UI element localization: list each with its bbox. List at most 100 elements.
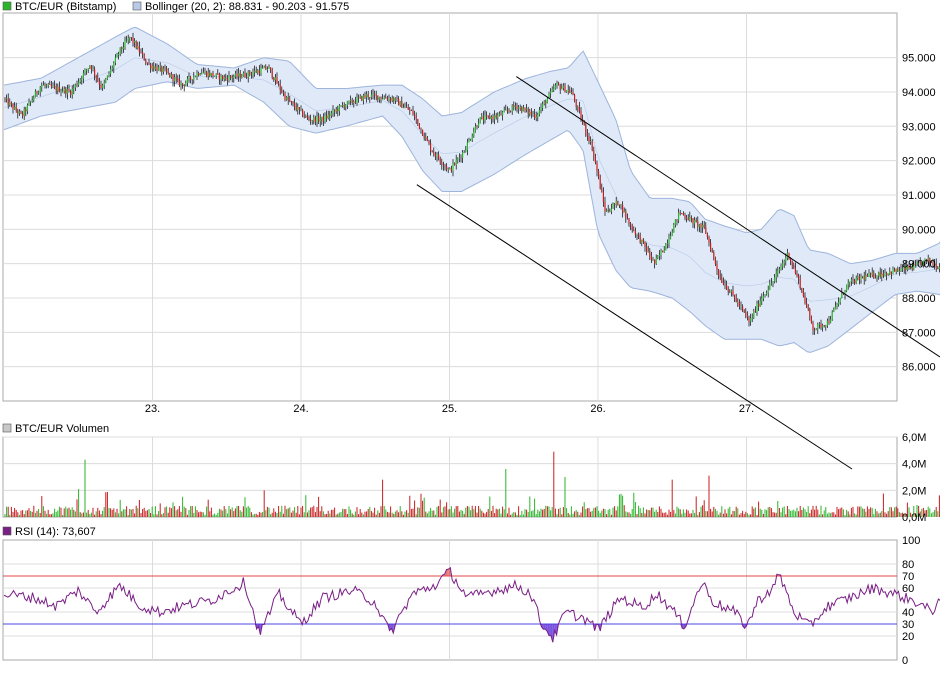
candle-body xyxy=(100,85,101,88)
candle-body xyxy=(675,219,676,225)
candle-body xyxy=(883,274,884,276)
candle-body xyxy=(545,102,546,104)
candle-body xyxy=(596,163,597,171)
candle-body xyxy=(812,323,813,330)
candle-body xyxy=(456,160,457,165)
candle-body xyxy=(217,74,218,75)
candle-body xyxy=(371,95,372,98)
candle-body xyxy=(836,304,837,306)
candle-body xyxy=(488,116,489,117)
candle-body xyxy=(17,111,18,114)
candle-body xyxy=(585,125,586,133)
candle-body xyxy=(628,218,629,224)
candle-body xyxy=(185,83,186,86)
candle-body xyxy=(865,275,866,279)
candle-body xyxy=(176,77,177,78)
candle-body xyxy=(120,47,121,54)
candle-body xyxy=(403,107,404,108)
candle-body xyxy=(668,239,669,244)
candle-body xyxy=(160,67,161,68)
candle-body xyxy=(20,111,21,113)
candle-body xyxy=(428,141,429,144)
candle-body xyxy=(398,99,399,105)
candle-body xyxy=(395,98,396,101)
candle-body xyxy=(846,285,847,292)
volume-tick-label: 4,0M xyxy=(902,459,926,471)
candle-body xyxy=(792,261,793,265)
candle-body xyxy=(702,225,703,228)
candle-body xyxy=(886,273,887,275)
candle-body xyxy=(483,117,484,121)
candle-body xyxy=(732,290,733,294)
candle-body xyxy=(136,41,137,48)
candle-body xyxy=(782,263,783,267)
candle-body xyxy=(680,212,681,213)
candle-body xyxy=(444,165,445,166)
candle-body xyxy=(280,84,281,90)
candle-body xyxy=(745,312,746,315)
candle-body xyxy=(540,108,541,110)
candle-body xyxy=(835,306,836,309)
candle-body xyxy=(368,94,369,97)
candle-body xyxy=(400,101,401,105)
candle-body xyxy=(462,152,463,158)
candle-body xyxy=(259,70,260,73)
candle-body xyxy=(801,288,802,289)
candle-body xyxy=(188,77,189,79)
candle-body xyxy=(896,269,897,272)
candle-body xyxy=(273,78,274,80)
candle-body xyxy=(769,284,770,290)
candle-body xyxy=(14,107,15,109)
candle-body xyxy=(412,110,413,114)
candle-body xyxy=(297,107,298,110)
candle-body xyxy=(216,74,217,76)
candle-body xyxy=(211,73,212,76)
candle-body xyxy=(108,74,109,76)
candle-body xyxy=(446,166,447,169)
candle-body xyxy=(54,86,55,87)
candle-body xyxy=(740,306,741,307)
candle-body xyxy=(561,88,562,89)
candle-body xyxy=(232,77,233,78)
candle-body xyxy=(180,83,181,85)
candle-body xyxy=(353,102,354,103)
candle-body xyxy=(654,260,655,264)
candle-body xyxy=(41,85,42,87)
candle-body xyxy=(832,312,833,320)
candle-body xyxy=(587,133,588,136)
candle-body xyxy=(777,270,778,273)
candle-body xyxy=(502,112,503,115)
candle-body xyxy=(497,115,498,117)
candle-body xyxy=(598,171,599,177)
candle-body xyxy=(209,73,210,76)
candle-body xyxy=(728,290,729,292)
candle-body xyxy=(164,68,165,69)
candle-body xyxy=(342,105,343,106)
candle-body xyxy=(302,109,303,116)
candle-body xyxy=(486,116,487,117)
candle-body xyxy=(721,278,722,282)
candle-body xyxy=(148,64,149,65)
candle-body xyxy=(52,86,53,87)
candle-body xyxy=(6,98,7,99)
candle-body xyxy=(275,77,276,80)
candle-body xyxy=(424,136,425,139)
candle-body xyxy=(436,154,437,156)
candle-body xyxy=(449,168,450,169)
rsi-oversold-fill xyxy=(543,624,545,629)
candle-body xyxy=(422,130,423,136)
candle-body xyxy=(81,79,82,80)
candle-body xyxy=(640,235,641,242)
candle-body xyxy=(307,116,308,118)
candle-body xyxy=(22,113,23,116)
candle-body xyxy=(116,54,117,57)
candle-body xyxy=(633,230,634,231)
candle-body xyxy=(532,114,533,115)
candle-body xyxy=(334,110,335,111)
candle-body xyxy=(465,150,466,152)
candle-body xyxy=(404,107,405,108)
candle-body xyxy=(406,107,407,108)
candle-body xyxy=(84,70,85,73)
candle-body xyxy=(339,105,340,111)
candle-body xyxy=(864,276,865,279)
